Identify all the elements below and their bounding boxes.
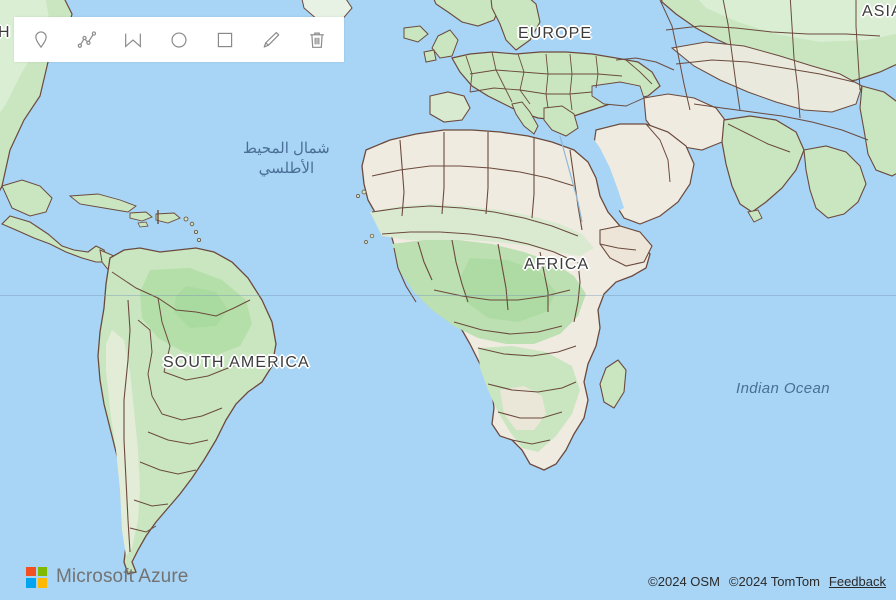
tomtom-attribution: ©2024 TomTom: [728, 574, 820, 589]
osm-attribution: ©2024 OSM: [648, 574, 720, 589]
logo-square-yellow: [37, 578, 47, 588]
edit-shape-button[interactable]: [248, 17, 294, 62]
map-canvas[interactable]: HEUROPEASIAAFRICASOUTH AMERICAIndian Oce…: [0, 0, 896, 600]
microsoft-logo-icon: [26, 566, 47, 588]
logo-square-blue: [26, 578, 36, 588]
draw-line-button[interactable]: [64, 17, 110, 62]
drawing-toolbar[interactable]: [14, 17, 344, 62]
azure-branding: Microsoft Azure: [26, 566, 188, 588]
delete-shape-button[interactable]: [294, 17, 340, 62]
logo-square-green: [37, 566, 47, 576]
draw-circle-button[interactable]: [156, 17, 202, 62]
feedback-link[interactable]: Feedback: [829, 574, 886, 589]
map-pin-icon: [30, 29, 52, 51]
pencil-icon: [260, 29, 282, 51]
polygon-icon: [122, 29, 144, 51]
map-application: HEUROPEASIAAFRICASOUTH AMERICAIndian Oce…: [0, 0, 896, 600]
circle-icon: [168, 29, 190, 51]
map-tiles: [0, 0, 896, 600]
map-attribution: ©2024 OSM ©2024 TomTom Feedback: [648, 574, 886, 589]
logo-square-red: [26, 566, 36, 576]
draw-polygon-button[interactable]: [110, 17, 156, 62]
polyline-icon: [76, 29, 98, 51]
draw-marker-button[interactable]: [18, 17, 64, 62]
square-icon: [214, 29, 236, 51]
azure-wordmark: Microsoft Azure: [56, 566, 189, 587]
draw-rectangle-button[interactable]: [202, 17, 248, 62]
trash-icon: [306, 29, 328, 51]
